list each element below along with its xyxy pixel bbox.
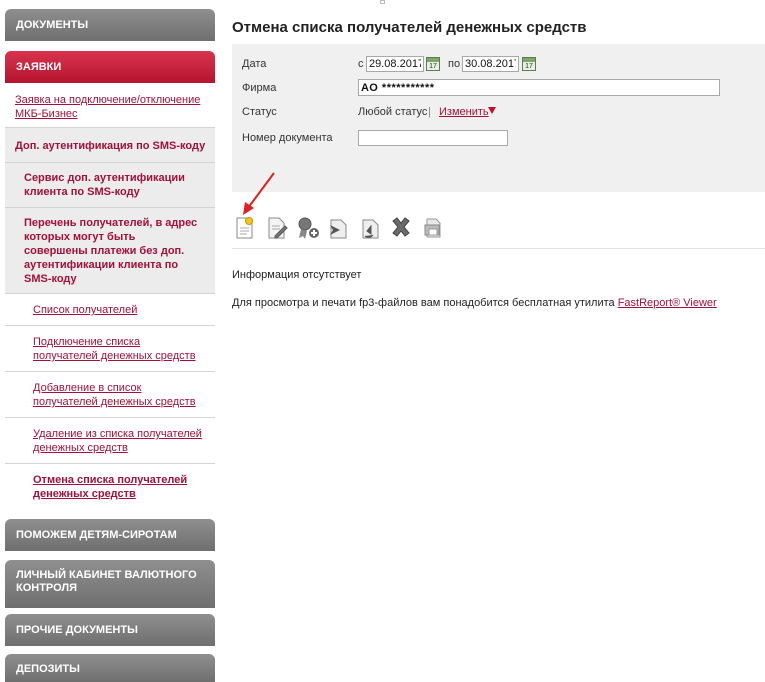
sidebar-item-recipients-info[interactable]: Перечень получателей, в адрес которых мо… (24, 216, 202, 286)
status-value: Любой статус (358, 106, 428, 118)
sidebar-item-sms-service[interactable]: Сервис доп. аутентификации клиента по SM… (24, 171, 200, 199)
date-label: Дата (242, 58, 267, 70)
divider (5, 371, 215, 372)
divider (5, 293, 215, 294)
status-separator: | (428, 106, 431, 118)
divider (232, 248, 765, 249)
date-from-label: с (358, 58, 364, 70)
sidebar-section-currency-control[interactable]: ЛИЧНЫЙ КАБИНЕТ ВАЛЮТНОГО КОНТРОЛЯ (5, 560, 215, 608)
sidebar-section-deposits[interactable]: ДЕПОЗИТЫ (5, 654, 215, 682)
sign-icon[interactable] (296, 216, 320, 242)
sidebar-item-sms-auth[interactable]: Доп. аутентификация по SMS-коду (15, 139, 210, 153)
sidebar-link-add-to-list[interactable]: Добавление в список получателей денежных… (33, 381, 203, 409)
receive-icon[interactable] (359, 216, 383, 242)
date-from-input[interactable] (366, 56, 424, 72)
window-resize-handle (380, 0, 385, 4)
sidebar: ДОКУМЕНТЫ ЗАЯВКИ Заявка на подключение/о… (5, 9, 215, 682)
toolbar (232, 216, 765, 246)
chevron-down-icon[interactable] (488, 107, 496, 114)
sidebar-section-other-docs[interactable]: ПРОЧИЕ ДОКУМЕНТЫ (5, 614, 215, 646)
sidebar-link-remove-from-list[interactable]: Удаление из списка получателей денежных … (33, 427, 203, 455)
send-icon[interactable] (328, 216, 352, 242)
firm-select[interactable] (358, 79, 720, 96)
no-info-text: Информация отсутствует (232, 269, 362, 281)
print-icon[interactable] (422, 216, 446, 242)
annotation-arrow-icon (243, 172, 275, 215)
date-to-label: по (448, 58, 461, 70)
sidebar-section-orphans[interactable]: ПОМОЖЕМ ДЕТЯМ-СИРОТАМ (5, 519, 215, 551)
divider (5, 162, 215, 163)
date-to-input[interactable] (462, 56, 519, 72)
new-document-icon[interactable] (234, 216, 258, 242)
page-title: Отмена списка получателей денежных средс… (232, 19, 587, 36)
status-label: Статус (242, 106, 277, 118)
sidebar-item-mkb-request[interactable]: Заявка на подключение/отключение МКБ-Биз… (15, 93, 205, 121)
delete-icon[interactable] (390, 216, 414, 242)
sidebar-section-requests[interactable]: ЗАЯВКИ (5, 51, 215, 83)
viewer-note: Для просмотра и печати fp3-файлов вам по… (232, 297, 717, 309)
sidebar-link-cancel-list-active[interactable]: Отмена списка получателей денежных средс… (33, 473, 203, 501)
firm-label: Фирма (242, 82, 277, 94)
divider (5, 463, 215, 464)
document-number-input[interactable] (358, 130, 508, 146)
sidebar-link-recipient-list[interactable]: Список получателей (33, 303, 137, 317)
sidebar-section-documents[interactable]: ДОКУМЕНТЫ (5, 9, 215, 41)
calendar-icon[interactable]: 17 (522, 57, 536, 71)
viewer-note-text: Для просмотра и печати fp3-файлов вам по… (232, 297, 615, 309)
calendar-icon[interactable]: 17 (426, 57, 440, 71)
edit-document-icon[interactable] (266, 216, 290, 242)
sidebar-link-connect-list[interactable]: Подключение списка получателей денежных … (33, 335, 203, 363)
divider (5, 127, 215, 128)
divider (5, 417, 215, 418)
fastreport-viewer-link[interactable]: FastReport® Viewer (618, 297, 717, 309)
divider (5, 207, 215, 208)
divider (5, 325, 215, 326)
change-status-link[interactable]: Изменить (439, 106, 489, 118)
filter-panel: Дата с 17 по 17 Фирма Статус Любой стату… (232, 44, 765, 192)
docnum-label: Номер документа (242, 132, 333, 144)
